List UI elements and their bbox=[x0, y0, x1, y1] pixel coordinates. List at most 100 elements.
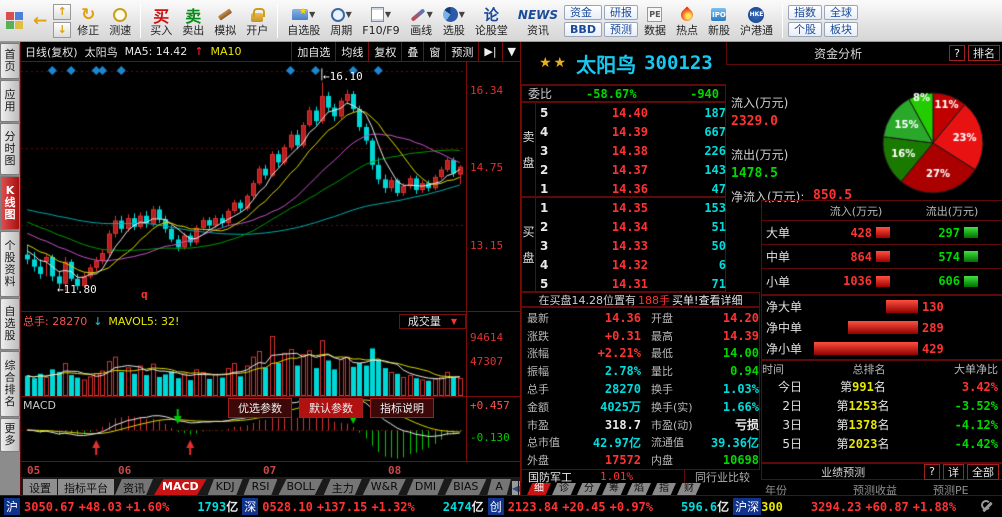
draw-line-button[interactable]: ▼ 画线 bbox=[406, 1, 437, 41]
fund-rank-button[interactable]: 排名 bbox=[968, 45, 1000, 61]
fix-button[interactable]: ↻ 修正 bbox=[73, 1, 103, 41]
default-params-button[interactable]: 默认参数 bbox=[299, 398, 363, 418]
index-button[interactable]: 指数 bbox=[788, 5, 822, 20]
add-watchlist-button[interactable]: 加自选 bbox=[291, 42, 335, 62]
sidebar-item-ranking[interactable]: 综合排名 bbox=[0, 351, 20, 417]
sh-unit: 亿 bbox=[226, 498, 238, 515]
volume-dropdown-label: 成交量 bbox=[408, 313, 441, 329]
sh-index-badge[interactable]: 沪 bbox=[4, 498, 20, 515]
f10-button[interactable]: ▼ F10/F9 bbox=[358, 1, 403, 41]
forecast-all-button[interactable]: 全部 bbox=[967, 464, 999, 480]
fund-help-button[interactable]: ? bbox=[949, 45, 965, 61]
sell-row-4[interactable]: 414.39667 bbox=[536, 122, 730, 141]
cyb-price: 2123.84 bbox=[508, 500, 559, 514]
ipo-button[interactable]: IPO 新股 bbox=[704, 1, 734, 41]
mini-tab-chips[interactable]: 筹 bbox=[602, 483, 626, 495]
forecast-button[interactable]: 预测 bbox=[604, 22, 638, 37]
board-button[interactable]: 板块 bbox=[824, 22, 858, 37]
notice-detail-link[interactable]: 买单!查看详细 bbox=[672, 292, 742, 307]
tab-dmi[interactable]: DMI bbox=[407, 479, 444, 495]
watchlist-button[interactable]: ★▼ 自选股 bbox=[283, 1, 324, 41]
sell-row-1[interactable]: 114.3647 bbox=[536, 179, 730, 198]
up-arrow-button[interactable]: ↑ bbox=[53, 4, 71, 20]
mini-tab-finance[interactable]: 财 bbox=[677, 483, 701, 495]
mini-tab-flame[interactable]: 焰 bbox=[627, 483, 651, 495]
speed-test-button[interactable]: 测速 bbox=[105, 1, 135, 41]
ma-button[interactable]: 均线 bbox=[335, 42, 368, 62]
tab-scroll-left-icon[interactable]: ◀ bbox=[512, 481, 518, 495]
sell-queue: 卖盘 514.40187 414.39667 314.38226 214.371… bbox=[521, 102, 726, 197]
buy-button[interactable]: 买 买入 bbox=[146, 1, 176, 41]
predict-button[interactable]: 预测 bbox=[445, 42, 478, 62]
mini-tab-price[interactable]: 分 bbox=[577, 483, 601, 495]
app-logo-button[interactable] bbox=[2, 1, 27, 41]
simulate-button[interactable]: 模拟 bbox=[210, 1, 240, 41]
buy-row-2[interactable]: 214.3451 bbox=[536, 217, 730, 236]
sz-change: +137.15 bbox=[317, 500, 368, 514]
mini-tab-detail[interactable]: 细 bbox=[527, 483, 551, 495]
settings-wrench-icon[interactable] bbox=[980, 500, 994, 514]
stock-button[interactable]: 个股 bbox=[788, 22, 822, 37]
tab-indicator-platform[interactable]: 指标平台 bbox=[58, 479, 114, 495]
sidebar-item-kline[interactable]: K线图 bbox=[0, 176, 20, 230]
tab-settings[interactable]: 设置 bbox=[23, 479, 57, 495]
research-report-button[interactable]: 研报 bbox=[604, 5, 638, 20]
down-arrow-button[interactable]: ↓ bbox=[53, 22, 71, 38]
forecast-detail-button[interactable]: 详 bbox=[943, 464, 964, 480]
period-button[interactable]: ▼ 周期 bbox=[326, 1, 356, 41]
fix-label: 修正 bbox=[77, 25, 99, 37]
tab-wr[interactable]: W&R bbox=[363, 479, 406, 495]
buy-row-4[interactable]: 414.326 bbox=[536, 255, 730, 274]
global-button[interactable]: 全球 bbox=[824, 5, 858, 20]
skip-to-end-icon[interactable]: ▶| bbox=[478, 42, 501, 62]
data-button[interactable]: PE 数据 bbox=[640, 1, 670, 41]
tab-news[interactable]: 资讯 bbox=[115, 479, 153, 495]
stock-picker-button[interactable]: ▼ 选股 bbox=[439, 1, 469, 41]
hs300-badge[interactable]: 沪深 bbox=[733, 498, 761, 515]
chart-dropdown-caret[interactable]: ▼ bbox=[502, 42, 521, 62]
window-button[interactable]: 窗 bbox=[423, 42, 445, 62]
fund-button[interactable]: 资金 bbox=[564, 5, 602, 20]
sell-row-5[interactable]: 514.40187 bbox=[536, 103, 730, 122]
sz-index-badge[interactable]: 深 bbox=[242, 498, 258, 515]
sidebar-item-apps[interactable]: 应用 bbox=[0, 80, 20, 122]
sidebar-item-more[interactable]: 更多 bbox=[0, 418, 20, 452]
overlay-button[interactable]: 叠 bbox=[401, 42, 423, 62]
open-account-button[interactable]: 开户 bbox=[242, 1, 272, 41]
mini-tab-diagnose[interactable]: 诊 bbox=[552, 483, 576, 495]
tab-rsi[interactable]: RSI bbox=[244, 479, 278, 495]
tab-kdj[interactable]: KDJ bbox=[208, 479, 243, 495]
buy-row-3[interactable]: 314.3350 bbox=[536, 236, 730, 255]
indicator-help-button[interactable]: 指标说明 bbox=[370, 398, 434, 418]
sell-button[interactable]: 卖 卖出 bbox=[178, 1, 208, 41]
tab-zhuli[interactable]: 主力 bbox=[324, 479, 362, 495]
hot-button[interactable]: 热点 bbox=[672, 1, 702, 41]
back-button[interactable]: ← bbox=[29, 1, 51, 41]
sidebar-item-home[interactable]: 首页 bbox=[0, 43, 20, 79]
sell-row-2[interactable]: 214.37143 bbox=[536, 160, 730, 179]
news-button[interactable]: NEWS 资讯 bbox=[514, 1, 562, 41]
volume-indicator-dropdown[interactable]: 成交量 ▼ bbox=[399, 314, 466, 329]
forecast-title: 业绩预测 bbox=[762, 464, 924, 480]
preferred-params-button[interactable]: 优选参数 bbox=[228, 398, 292, 418]
cyb-index-badge[interactable]: 创 bbox=[488, 498, 504, 515]
tab-partial[interactable]: A bbox=[487, 479, 511, 495]
tab-macd[interactable]: MACD bbox=[154, 479, 207, 495]
fund-analysis-header: 资金分析 ? 排名 bbox=[726, 42, 1002, 65]
forecast-help-button[interactable]: ? bbox=[924, 464, 940, 480]
tab-boll[interactable]: BOLL bbox=[278, 479, 322, 495]
hk-connect-button[interactable]: HKE 沪港通 bbox=[736, 1, 777, 41]
forum-button[interactable]: 论 论股堂 bbox=[471, 1, 512, 41]
volume-canvas[interactable] bbox=[21, 330, 466, 396]
mini-tab-indicator[interactable]: 指 bbox=[652, 483, 676, 495]
bbd-button[interactable]: BBD bbox=[564, 22, 602, 37]
sidebar-item-watchlist[interactable]: 自选股 bbox=[0, 298, 20, 350]
sidebar-item-intraday[interactable]: 分时图 bbox=[0, 123, 20, 175]
tab-bias[interactable]: BIAS bbox=[445, 479, 486, 495]
candlestick-canvas[interactable] bbox=[21, 62, 466, 311]
adjust-button[interactable]: 复权 bbox=[368, 42, 401, 62]
buy-row-5[interactable]: 514.3171 bbox=[536, 274, 730, 293]
sell-row-3[interactable]: 314.38226 bbox=[536, 141, 730, 160]
buy-row-1[interactable]: 114.35153 bbox=[536, 198, 730, 217]
sidebar-item-stock-info[interactable]: 个股资料 bbox=[0, 231, 20, 297]
